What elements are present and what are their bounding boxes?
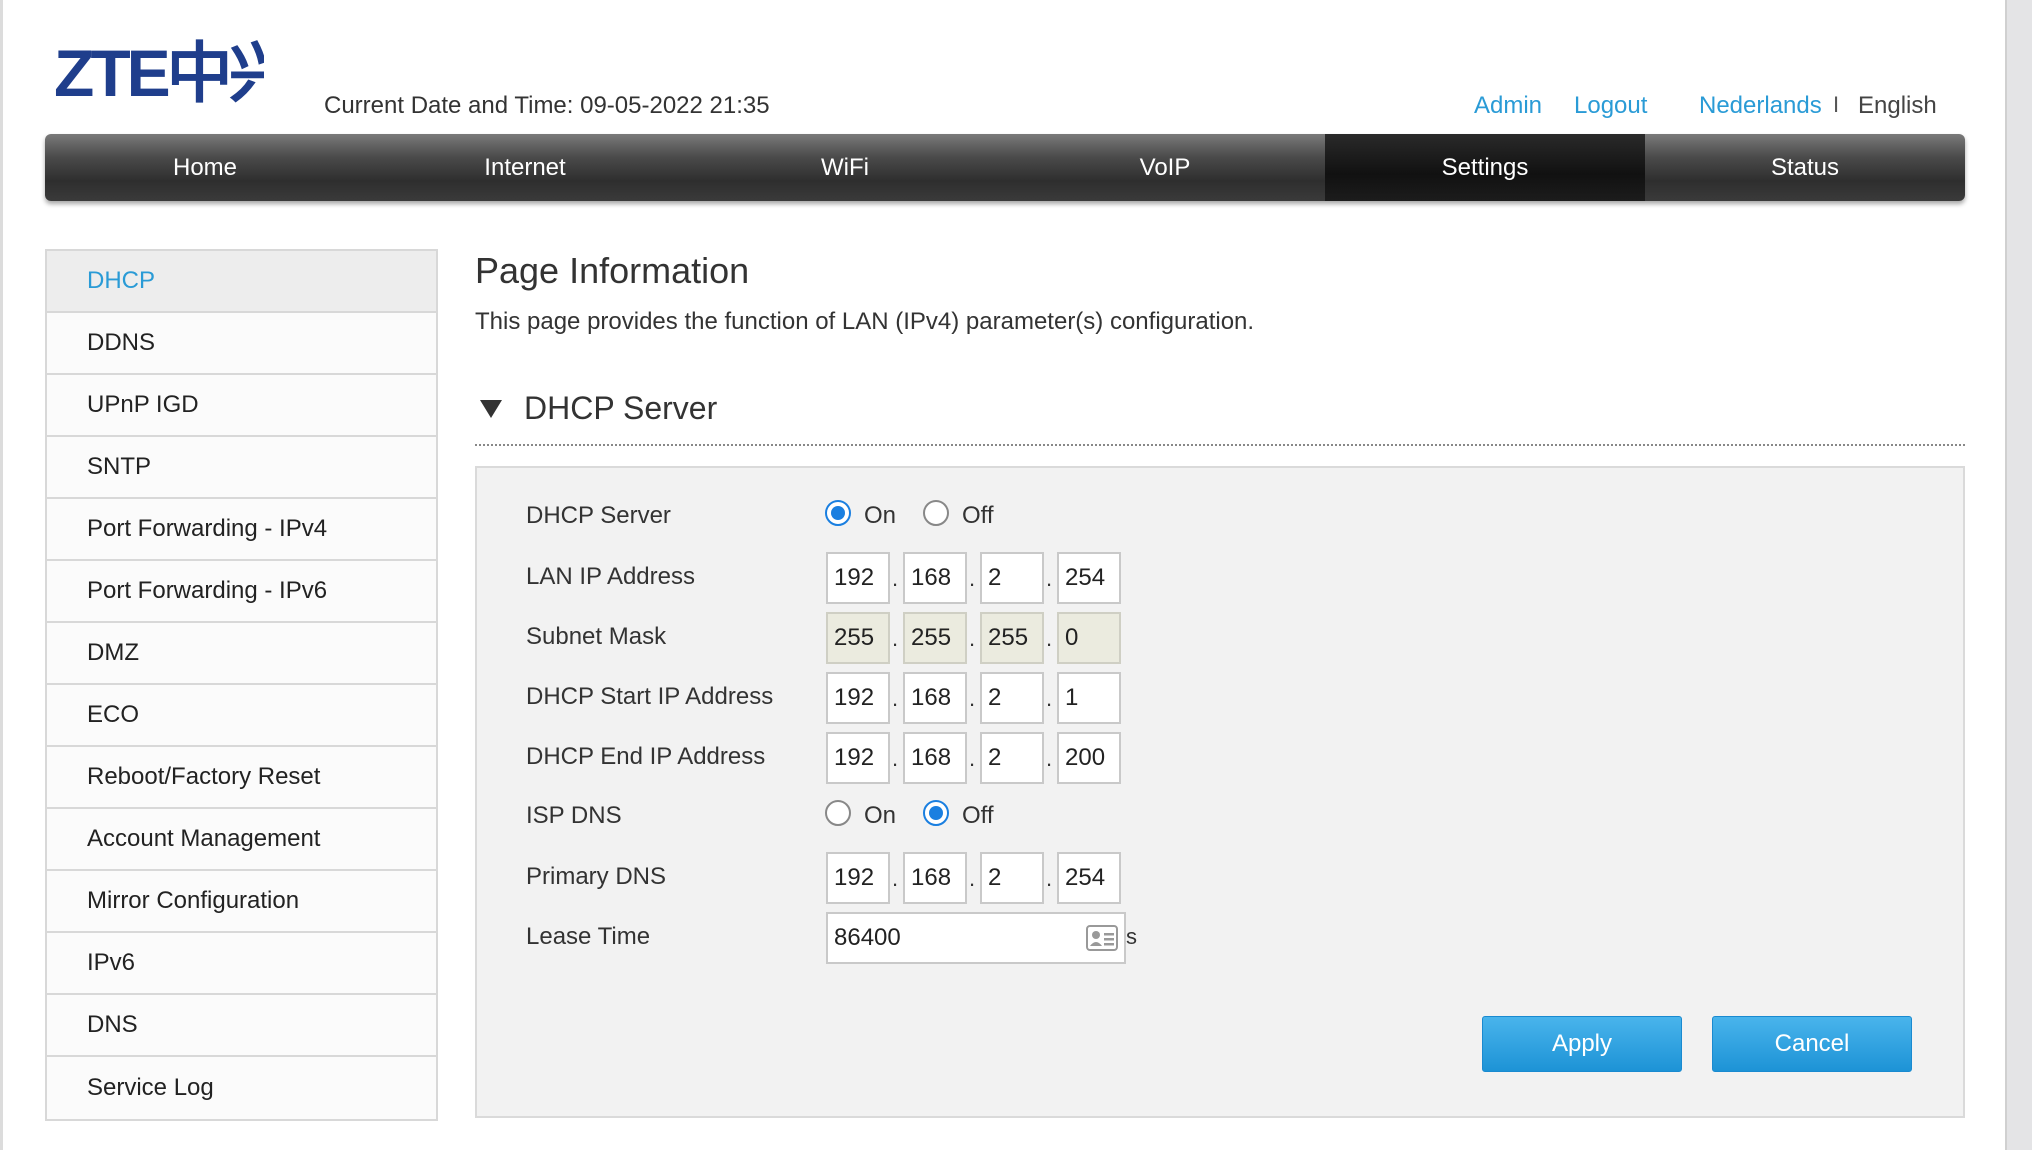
sidebar-item-port-forwarding-ipv6[interactable]: Port Forwarding - IPv6 [47, 561, 436, 623]
end-ip-octet-1[interactable]: 192 [826, 732, 890, 784]
sidebar-item-dhcp[interactable]: DHCP [47, 251, 436, 313]
primary-dns-octet-4[interactable]: 254 [1057, 852, 1121, 904]
ip-separator: . [892, 686, 899, 711]
window-scroll-area [2005, 0, 2032, 1150]
cancel-button[interactable]: Cancel [1712, 1016, 1912, 1072]
lan-ip-octet-2[interactable]: 168 [903, 552, 967, 604]
ip-separator: . [969, 866, 976, 891]
subnet-mask-octet-2: 255 [903, 612, 967, 664]
current-datetime: Current Date and Time: 09-05-2022 21:35 [324, 92, 770, 119]
start-ip-octet-4[interactable]: 1 [1057, 672, 1121, 724]
language-nederlands-link[interactable]: Nederlands [1699, 92, 1822, 120]
nav-internet[interactable]: Internet [365, 134, 685, 201]
logout-link[interactable]: Logout [1574, 92, 1647, 120]
nav-home[interactable]: Home [45, 134, 365, 201]
page: ZTE中兴 Current Date and Time: 09-05-2022 … [0, 0, 2032, 1150]
ip-separator: . [1046, 626, 1053, 651]
sidebar-item-port-forwarding-ipv4[interactable]: Port Forwarding - IPv4 [47, 499, 436, 561]
sidebar-item-eco[interactable]: ECO [47, 685, 436, 747]
settings-sidebar: DHCP DDNS UPnP IGD SNTP Port Forwarding … [45, 249, 438, 1121]
main-nav: Home Internet WiFi VoIP Settings Status [45, 134, 1965, 201]
sidebar-item-dmz[interactable]: DMZ [47, 623, 436, 685]
subnet-mask-octet-3: 255 [980, 612, 1044, 664]
lease-time-unit: s [1126, 924, 1137, 949]
nav-settings[interactable]: Settings [1325, 134, 1645, 201]
start-ip-octet-3[interactable]: 2 [980, 672, 1044, 724]
subnet-mask-label: Subnet Mask [526, 623, 667, 650]
ip-separator: . [892, 566, 899, 591]
dhcp-start-ip-label: DHCP Start IP Address [526, 683, 774, 710]
ip-separator: . [969, 626, 976, 651]
page-title: Page Information [475, 250, 750, 291]
ip-separator: . [1046, 686, 1053, 711]
end-ip-octet-2[interactable]: 168 [903, 732, 967, 784]
ip-separator: . [1046, 866, 1053, 891]
isp-dns-on-label: On [864, 802, 897, 829]
page-description: This page provides the function of LAN (… [475, 308, 1255, 335]
sidebar-item-account-management[interactable]: Account Management [47, 809, 436, 871]
lan-ip-octet-1[interactable]: 192 [826, 552, 890, 604]
nav-wifi[interactable]: WiFi [685, 134, 1005, 201]
lan-ip-octet-4[interactable]: 254 [1057, 552, 1121, 604]
primary-dns-octet-3[interactable]: 2 [980, 852, 1044, 904]
dhcp-server-label: DHCP Server [526, 502, 671, 529]
triangle-down-icon[interactable] [480, 400, 502, 418]
dhcp-server-off-radio[interactable] [923, 500, 949, 526]
end-ip-octet-4[interactable]: 200 [1057, 732, 1121, 784]
lan-ip-label: LAN IP Address [526, 563, 695, 590]
ip-separator: . [969, 746, 976, 771]
ip-separator: . [969, 566, 976, 591]
primary-dns-octet-2[interactable]: 168 [903, 852, 967, 904]
nav-voip[interactable]: VoIP [1005, 134, 1325, 201]
start-ip-octet-2[interactable]: 168 [903, 672, 967, 724]
dhcp-server-on-label: On [864, 502, 897, 529]
lan-ip-octet-3[interactable]: 2 [980, 552, 1044, 604]
ip-separator: . [1046, 746, 1053, 771]
isp-dns-off-label: Off [962, 802, 994, 829]
ip-separator: . [969, 686, 976, 711]
isp-dns-label: ISP DNS [526, 802, 622, 829]
sidebar-item-sntp[interactable]: SNTP [47, 437, 436, 499]
sidebar-item-dns[interactable]: DNS [47, 995, 436, 1057]
subnet-mask-octet-1: 255 [826, 612, 890, 664]
isp-dns-off-radio[interactable] [923, 800, 949, 826]
ip-separator: . [892, 626, 899, 651]
primary-dns-octet-1[interactable]: 192 [826, 852, 890, 904]
language-separator: I [1833, 92, 1840, 117]
dhcp-server-off-label: Off [962, 502, 994, 529]
admin-link[interactable]: Admin [1474, 92, 1542, 120]
zte-logo: ZTE中兴 [54, 36, 264, 110]
lease-time-label: Lease Time [526, 923, 651, 950]
ip-separator: . [892, 866, 899, 891]
section-divider [475, 444, 1965, 446]
lease-time-input[interactable]: 86400 [826, 912, 1126, 964]
start-ip-octet-1[interactable]: 192 [826, 672, 890, 724]
primary-dns-label: Primary DNS [526, 863, 667, 890]
dhcp-end-ip-label: DHCP End IP Address [526, 743, 766, 770]
sidebar-item-reboot-factory-reset[interactable]: Reboot/Factory Reset [47, 747, 436, 809]
isp-dns-on-radio[interactable] [825, 800, 851, 826]
subnet-mask-octet-4: 0 [1057, 612, 1121, 664]
end-ip-octet-3[interactable]: 2 [980, 732, 1044, 784]
ip-separator: . [892, 746, 899, 771]
sidebar-item-upnp-igd[interactable]: UPnP IGD [47, 375, 436, 437]
apply-button[interactable]: Apply [1482, 1016, 1682, 1072]
sidebar-item-ipv6[interactable]: IPv6 [47, 933, 436, 995]
dhcp-server-on-radio[interactable] [825, 500, 851, 526]
section-title-dhcp-server[interactable]: DHCP Server [524, 390, 717, 427]
sidebar-item-mirror-configuration[interactable]: Mirror Configuration [47, 871, 436, 933]
svg-text:ZTE中兴: ZTE中兴 [54, 36, 264, 110]
sidebar-item-ddns[interactable]: DDNS [47, 313, 436, 375]
ip-separator: . [1046, 566, 1053, 591]
contact-card-icon [1086, 925, 1118, 951]
sidebar-item-service-log[interactable]: Service Log [47, 1057, 436, 1119]
language-english-link[interactable]: English [1858, 92, 1937, 120]
left-border [0, 0, 3, 1150]
nav-status[interactable]: Status [1645, 134, 1965, 201]
